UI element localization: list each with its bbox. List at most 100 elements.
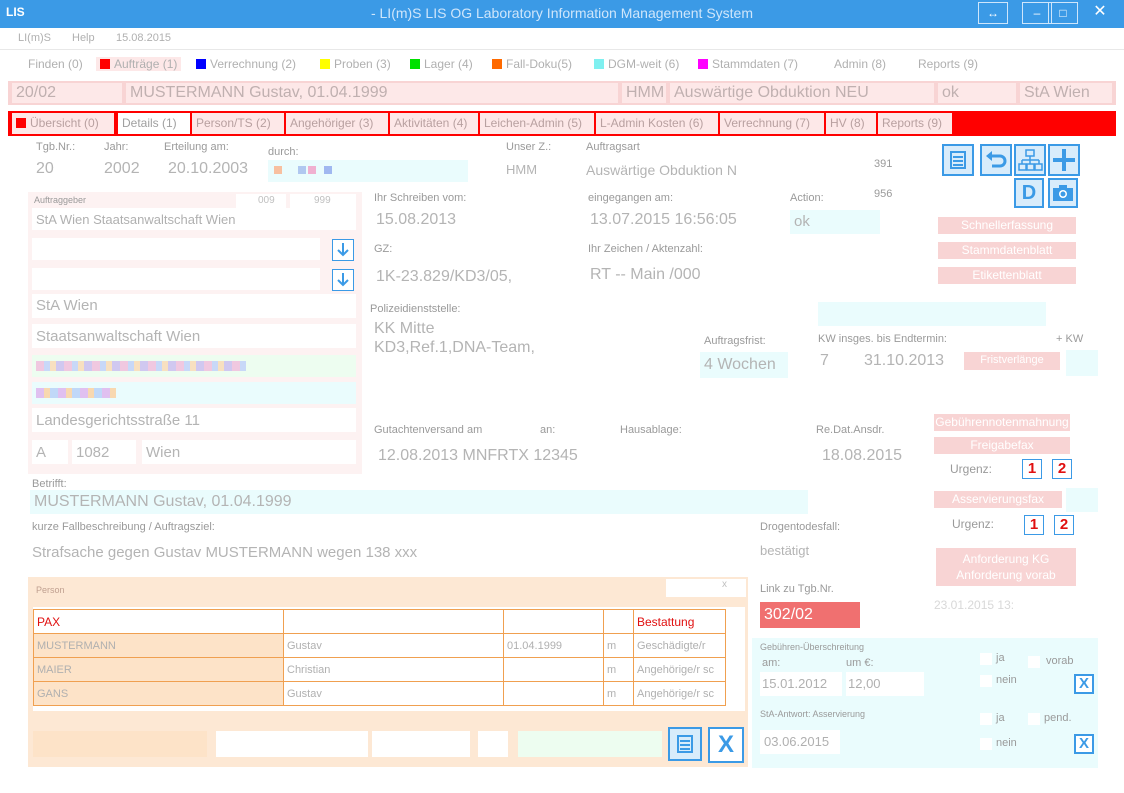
urgenz-2-button[interactable]: 2 (1052, 459, 1072, 479)
asserv-pend-radio[interactable] (1028, 713, 1040, 725)
etikettenblatt-button[interactable]: Etikettenblatt (938, 267, 1076, 284)
tgb-value[interactable]: 20 (36, 160, 54, 178)
person-input-4[interactable] (478, 731, 508, 757)
tab-angehoeriger[interactable]: Angehöriger (3) (286, 113, 388, 134)
tab-person[interactable]: Person/TS (2) (192, 113, 284, 134)
person-input-2[interactable] (216, 731, 368, 757)
gebuehren-am-field[interactable]: 15.01.2012 (760, 672, 842, 696)
main-tab-falldoku[interactable]: Fall-Doku(5) (492, 57, 572, 71)
jahr-value[interactable]: 2002 (104, 160, 140, 178)
freigabefax-button[interactable]: Freigabefax (934, 437, 1070, 454)
main-tab-admin[interactable]: Admin (8) (834, 57, 886, 71)
close-button[interactable]: ✕ (1080, 2, 1120, 24)
ag-name-field[interactable]: StA Wien Staatsanwaltschaft Wien (32, 208, 356, 230)
menu-lims[interactable]: LI(m)S (18, 32, 51, 44)
gutachten-value[interactable]: 12.08.2013 MNFRTX 12345 (378, 447, 578, 465)
asserv-nein-radio[interactable] (980, 738, 992, 750)
drogen-value[interactable]: bestätigt (760, 543, 809, 558)
tab-hv[interactable]: HV (8) (826, 113, 876, 134)
person-input-5[interactable] (518, 731, 662, 757)
gebuehrennoten-button[interactable]: Gebührennotenmahnung (934, 414, 1070, 431)
person-clear-button[interactable]: X (708, 727, 744, 763)
asservierung-extra-field[interactable] (1066, 488, 1098, 512)
ag-long-field[interactable]: Staatsanwaltschaft Wien (32, 324, 356, 348)
restore-button[interactable]: ↔ (978, 2, 1008, 24)
asservierung-button[interactable]: Asservierungsfax (934, 491, 1062, 508)
person-input-1[interactable] (33, 731, 207, 757)
tab-uebersicht[interactable]: Übersicht (0) (12, 113, 114, 134)
tab-ladmin-kosten[interactable]: L-Admin Kosten (6) (596, 113, 718, 134)
menu-help[interactable]: Help (72, 32, 95, 44)
arrow-down-button-1[interactable] (332, 239, 354, 261)
asserv-date-field[interactable]: 03.06.2015 (760, 730, 840, 754)
action-field[interactable]: ok (790, 210, 880, 234)
add-button[interactable] (1048, 144, 1080, 176)
durch-field[interactable] (268, 160, 468, 182)
tab-leichen-admin[interactable]: Leichen-Admin (5) (480, 113, 594, 134)
main-tab-finden[interactable]: Finden (0) (28, 57, 83, 71)
kw-value[interactable]: 7 (820, 352, 829, 370)
tab-aktivitaeten[interactable]: Aktivitäten (4) (390, 113, 478, 134)
person-panel-close[interactable]: x (666, 579, 746, 597)
person-list-button[interactable] (668, 727, 702, 761)
ihr-zeichen-value[interactable]: RT -- Main /000 (590, 266, 701, 284)
main-tab-dgmweit[interactable]: DGM-weit (6) (594, 57, 679, 71)
main-tab-auftraege[interactable]: Aufträge (1) (96, 57, 182, 71)
camera-button[interactable] (1048, 178, 1078, 208)
ag-blurred-field-2[interactable] (32, 382, 356, 404)
stammdatenblatt-button[interactable]: Stammdatenblatt (938, 242, 1076, 259)
ihr-schreiben-value[interactable]: 15.08.2013 (376, 211, 456, 229)
maximize-button[interactable]: □ (1048, 2, 1078, 24)
auftragsfrist-field[interactable]: 4 Wochen (700, 352, 788, 378)
ag-short-field[interactable]: StA Wien (32, 294, 356, 318)
asserv-ja-radio[interactable] (980, 713, 992, 725)
main-tab-proben[interactable]: Proben (3) (320, 57, 391, 71)
polizei-line1[interactable]: KK Mitte (374, 320, 434, 338)
main-tab-lager[interactable]: Lager (4) (410, 57, 473, 71)
anforderung-button[interactable]: Anforderung KG Anforderung vorab (936, 548, 1076, 586)
save-list-button[interactable] (942, 144, 974, 176)
ag-lookup-field-2[interactable] (32, 268, 320, 290)
urgenz-2-2-button[interactable]: 2 (1054, 515, 1074, 535)
ag-code2[interactable]: 999 (290, 194, 356, 208)
ag-lookup-field-1[interactable] (32, 238, 320, 260)
ag-street-field[interactable]: Landesgerichtsstraße 11 (32, 408, 356, 432)
tab-details[interactable]: Details (1) (118, 113, 190, 134)
kurz-value[interactable]: Strafsache gegen Gustav MUSTERMANN wegen… (32, 544, 417, 561)
tab-verrechnung[interactable]: Verrechnung (7) (720, 113, 824, 134)
table-row[interactable]: GANS Gustav m Angehörige/r sc (33, 681, 726, 706)
asserv-clear-button[interactable]: X (1074, 734, 1094, 754)
table-row[interactable]: MAIER Christian m Angehörige/r sc (33, 657, 726, 682)
urgenz-2-1-button[interactable]: 1 (1024, 515, 1044, 535)
polizei-line2[interactable]: KD3,Ref.1,DNA-Team, (374, 339, 535, 357)
gebuehren-um-field[interactable]: 12,00 (846, 672, 924, 696)
erteilung-value[interactable]: 20.10.2003 (168, 160, 248, 178)
kw-extra-field[interactable] (1066, 350, 1098, 376)
gebuehren-clear-button[interactable]: X (1074, 674, 1094, 694)
ag-blurred-field-1[interactable] (32, 355, 356, 377)
fristverlaengerung-button[interactable]: Fristverlänge (964, 352, 1060, 370)
schnellerfassung-button[interactable]: Schnellerfassung (938, 217, 1076, 234)
d-button[interactable]: D (1014, 178, 1044, 208)
hierarchy-button[interactable] (1014, 144, 1046, 176)
ag-city-field[interactable]: Wien (142, 440, 356, 464)
link-field[interactable]: 302/02 (760, 602, 860, 628)
main-tab-stammdaten[interactable]: Stammdaten (7) (698, 57, 798, 71)
person-input-3[interactable] (372, 731, 470, 757)
gebuehren-nein-radio[interactable] (980, 675, 992, 687)
table-row[interactable]: MUSTERMANN Gustav 01.04.1999 m Geschädig… (33, 633, 726, 658)
auftragsart-value[interactable]: Auswärtige Obduktion N (586, 162, 737, 178)
arrow-down-button-2[interactable] (332, 269, 354, 291)
ag-zip-field[interactable]: 1082 (72, 440, 136, 464)
gebuehren-ja-radio[interactable] (980, 653, 992, 665)
redatansdr-value[interactable]: 18.08.2015 (822, 447, 902, 465)
tab-reports[interactable]: Reports (9) (878, 113, 952, 134)
undo-button[interactable] (980, 144, 1012, 176)
main-tab-verrechnung[interactable]: Verrechnung (2) (196, 57, 296, 71)
betrifft-field[interactable]: MUSTERMANN Gustav, 01.04.1999 (30, 490, 808, 514)
ag-country-field[interactable]: A (32, 440, 68, 464)
main-tab-reports[interactable]: Reports (9) (918, 57, 978, 71)
urgenz-1-button[interactable]: 1 (1022, 459, 1042, 479)
ag-code1[interactable]: 009 (236, 194, 286, 208)
polizei-extra-field[interactable] (818, 302, 1046, 326)
